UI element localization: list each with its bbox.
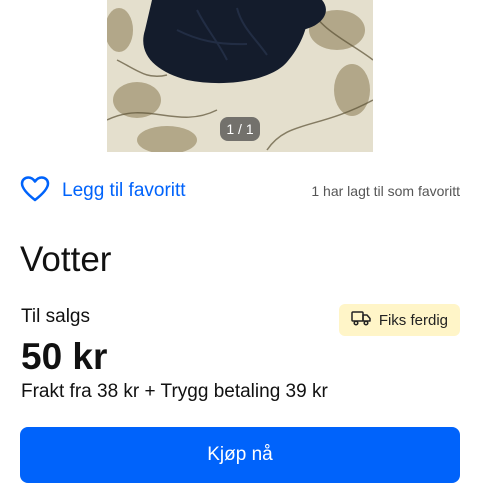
listing-title: Votter: [20, 240, 112, 279]
shipping-badge: Fiks ferdig: [338, 304, 460, 336]
add-favorite-label: Legg til favoritt: [62, 180, 186, 201]
listing-status: Til salgs: [21, 306, 90, 327]
add-favorite-button[interactable]: Legg til favoritt: [20, 175, 186, 208]
delivery-truck-icon: [351, 310, 371, 330]
favorite-row: Legg til favoritt 1 har lagt til som fav…: [20, 174, 460, 208]
shipping-badge-label: Fiks ferdig: [378, 311, 448, 329]
buy-now-button[interactable]: Kjøp nå: [20, 427, 460, 483]
shipping-info: Frakt fra 38 kr + Trygg betaling 39 kr: [21, 381, 328, 402]
image-counter: 1 / 1: [220, 117, 260, 141]
favorite-count: 1 har lagt til som favoritt: [311, 183, 460, 199]
heart-icon: [20, 175, 50, 208]
price: 50 kr: [21, 336, 108, 377]
